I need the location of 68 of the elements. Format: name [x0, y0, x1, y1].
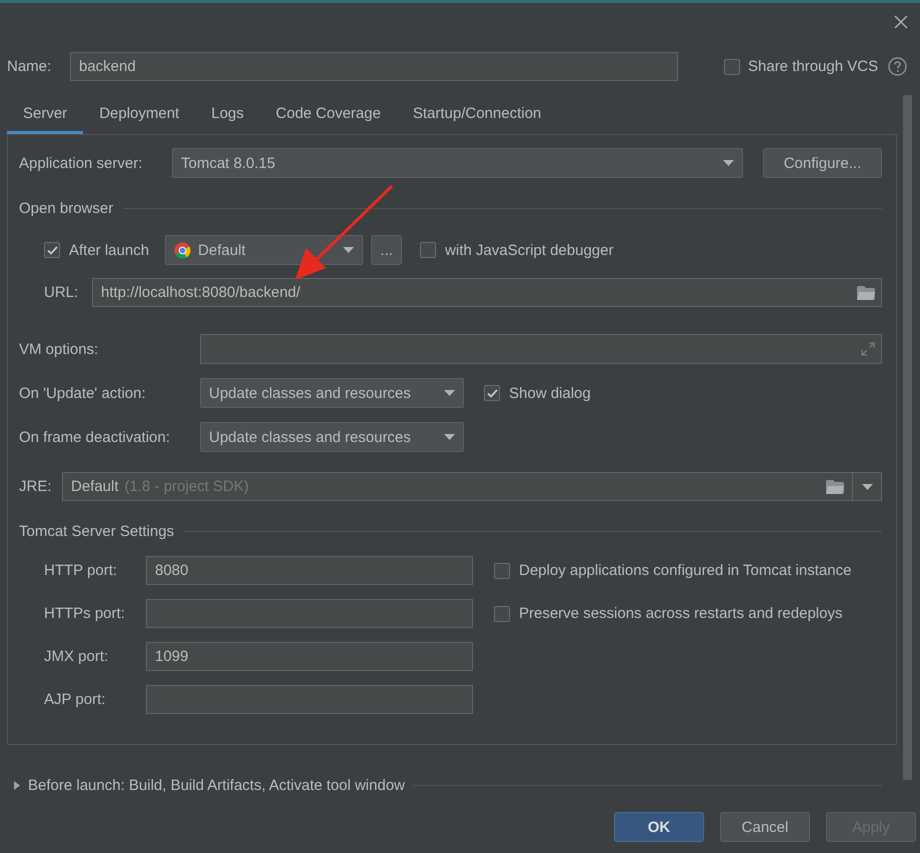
field-value: http://localhost:8080/backend/ — [101, 284, 300, 301]
url-field[interactable]: http://localhost:8080/backend/ — [92, 278, 882, 307]
dropdown-value: Tomcat 8.0.15 — [181, 154, 276, 172]
ok-button[interactable]: OK — [614, 812, 704, 842]
field-label: On 'Update' action: — [19, 384, 147, 402]
folder-icon[interactable] — [826, 480, 844, 494]
port-field[interactable]: 1099 — [146, 642, 473, 671]
check-icon — [486, 388, 498, 398]
field-label: AJP port: — [44, 691, 106, 708]
tab[interactable]: Code Coverage — [260, 95, 397, 134]
dropdown-button[interactable] — [853, 472, 882, 501]
name-field[interactable]: backend — [70, 52, 678, 81]
field-label: JMX port: — [44, 648, 110, 665]
field-label: On frame deactivation: — [19, 428, 171, 446]
dropdown-value: Update classes and resources — [209, 384, 411, 402]
field-label: VM options: — [19, 340, 100, 358]
checkbox[interactable] — [724, 58, 740, 74]
section-label[interactable]: Before launch: Build, Build Artifacts, Activate tool window — [28, 776, 405, 794]
check-icon — [46, 246, 58, 254]
field-label: HTTP port: — [44, 562, 118, 579]
checkbox[interactable] — [484, 385, 500, 401]
dialog-button[interactable]: Cancel — [720, 812, 810, 842]
checkbox-label[interactable]: Preserve sessions across restarts and redeploys — [519, 605, 842, 622]
checkbox-label[interactable]: with JavaScript debugger — [445, 242, 614, 258]
tab[interactable]: Deployment — [83, 95, 196, 134]
folder-icon[interactable] — [857, 286, 875, 300]
dropdown-value: Update classes and resources — [209, 428, 411, 446]
group-title: Open browser — [19, 200, 114, 216]
field-label: URL: — [44, 284, 80, 301]
tab[interactable]: Startup/Connection — [396, 95, 558, 134]
browser-logo-icon — [174, 242, 192, 258]
caret-icon — [862, 484, 872, 490]
checkbox-label[interactable]: Share through VCS — [748, 58, 878, 75]
port-field[interactable] — [146, 599, 473, 628]
tab[interactable]: Logs — [195, 95, 260, 134]
server-dropdown[interactable]: Tomcat 8.0.15 — [172, 148, 743, 178]
field-value: Default — [71, 478, 119, 495]
checkbox-label[interactable]: Show dialog — [509, 384, 591, 402]
tab[interactable]: Server — [7, 95, 84, 134]
group-title: Tomcat Server Settings — [19, 522, 174, 540]
vm-options-field[interactable] — [200, 334, 882, 364]
checkbox[interactable] — [494, 562, 510, 578]
scrollbar[interactable] — [903, 95, 912, 780]
update-action-dropdown[interactable]: Update classes and resources — [200, 378, 464, 408]
expand-triangle-icon[interactable] — [14, 780, 20, 790]
help-icon[interactable] — [888, 57, 908, 76]
checkbox[interactable] — [494, 606, 510, 622]
field-label: Application server: — [19, 154, 144, 172]
close-icon[interactable] — [894, 14, 908, 28]
port-field[interactable] — [146, 685, 473, 714]
caret-icon — [444, 434, 455, 440]
checkbox-label[interactable]: After launch — [69, 242, 150, 258]
caret-icon — [723, 160, 734, 166]
field-label: JRE: — [19, 478, 53, 495]
port-field[interactable]: 8080 — [146, 556, 473, 585]
more-button[interactable]: ... — [371, 235, 402, 265]
checkbox-label[interactable]: Deploy applications configured in Tomcat instance — [519, 562, 852, 579]
checkbox[interactable] — [44, 242, 60, 258]
caret-icon — [343, 247, 354, 253]
browser-dropdown[interactable]: Default — [165, 235, 364, 265]
dropdown-value: Default — [198, 242, 247, 258]
configure-button[interactable]: Configure... — [763, 148, 882, 178]
frame-deactivation-dropdown[interactable]: Update classes and resources — [200, 422, 464, 452]
caret-icon — [444, 390, 455, 396]
checkbox[interactable] — [420, 242, 436, 258]
expand-icon[interactable] — [861, 342, 875, 356]
field-label: Name: — [7, 58, 52, 75]
field-label: HTTPs port: — [44, 605, 126, 622]
